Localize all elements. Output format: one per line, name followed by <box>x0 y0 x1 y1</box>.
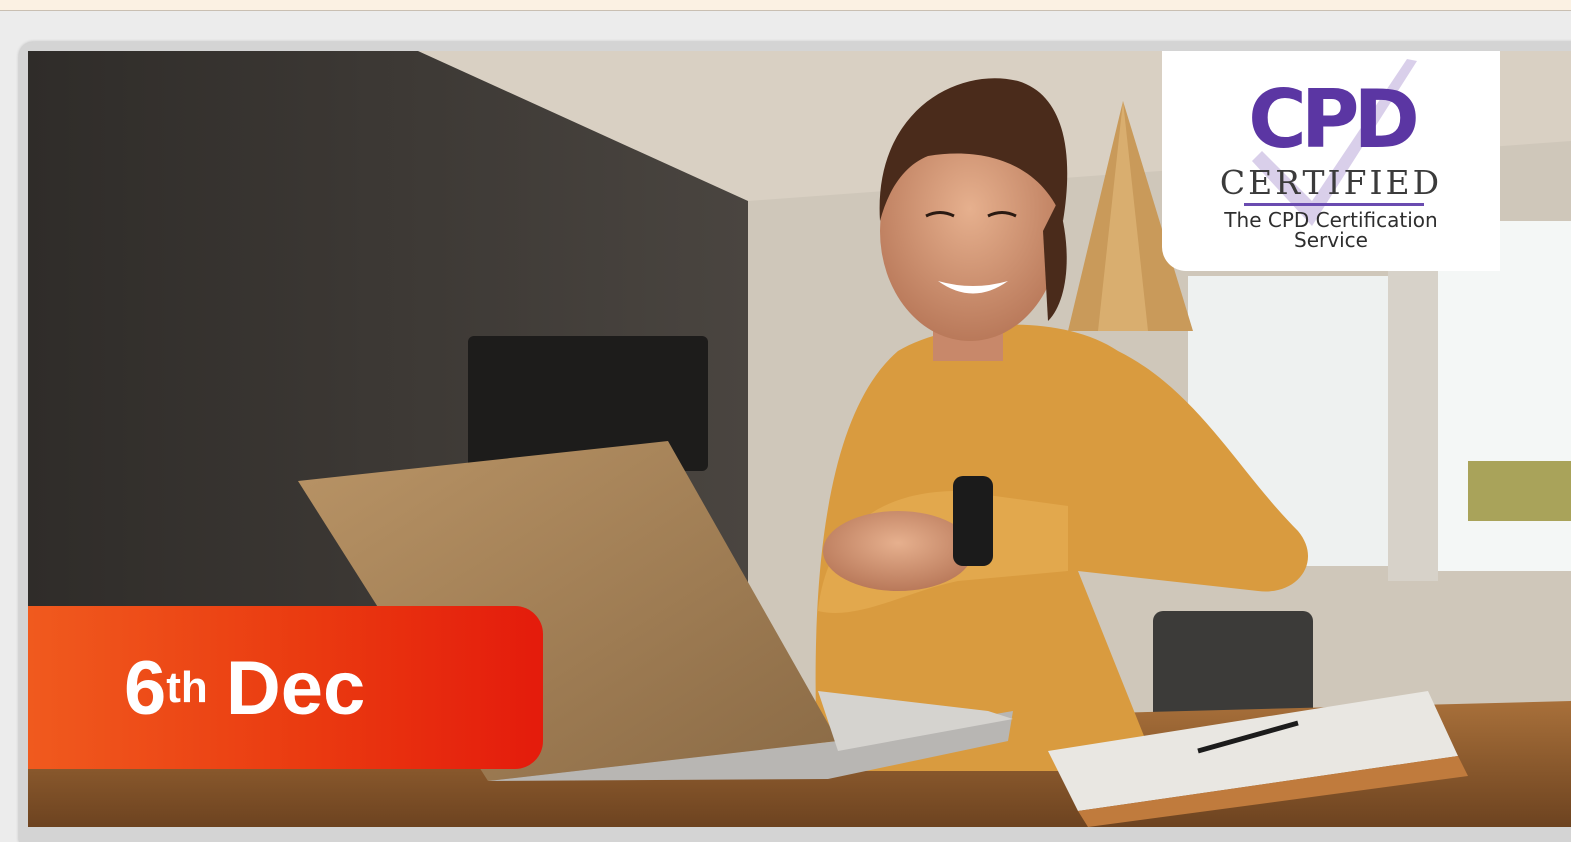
date-text: 6th Dec <box>124 644 365 745</box>
date-day: 6 <box>124 646 167 731</box>
cpd-certified-badge: CPD CERTIFIED The CPD Certification Serv… <box>1162 51 1500 271</box>
top-strip <box>0 0 1571 11</box>
cpd-logo-text: CPD <box>1248 73 1420 166</box>
date-month: Dec <box>225 646 366 731</box>
cpd-certified-text: CERTIFIED <box>1219 163 1443 202</box>
date-badge: 6th Dec <box>28 606 543 769</box>
cpd-service-line-2: Service <box>1294 228 1368 252</box>
cpd-divider <box>1244 203 1424 206</box>
course-banner[interactable]: CPD CERTIFIED The CPD Certification Serv… <box>28 51 1571 827</box>
date-suffix: th <box>166 663 208 712</box>
